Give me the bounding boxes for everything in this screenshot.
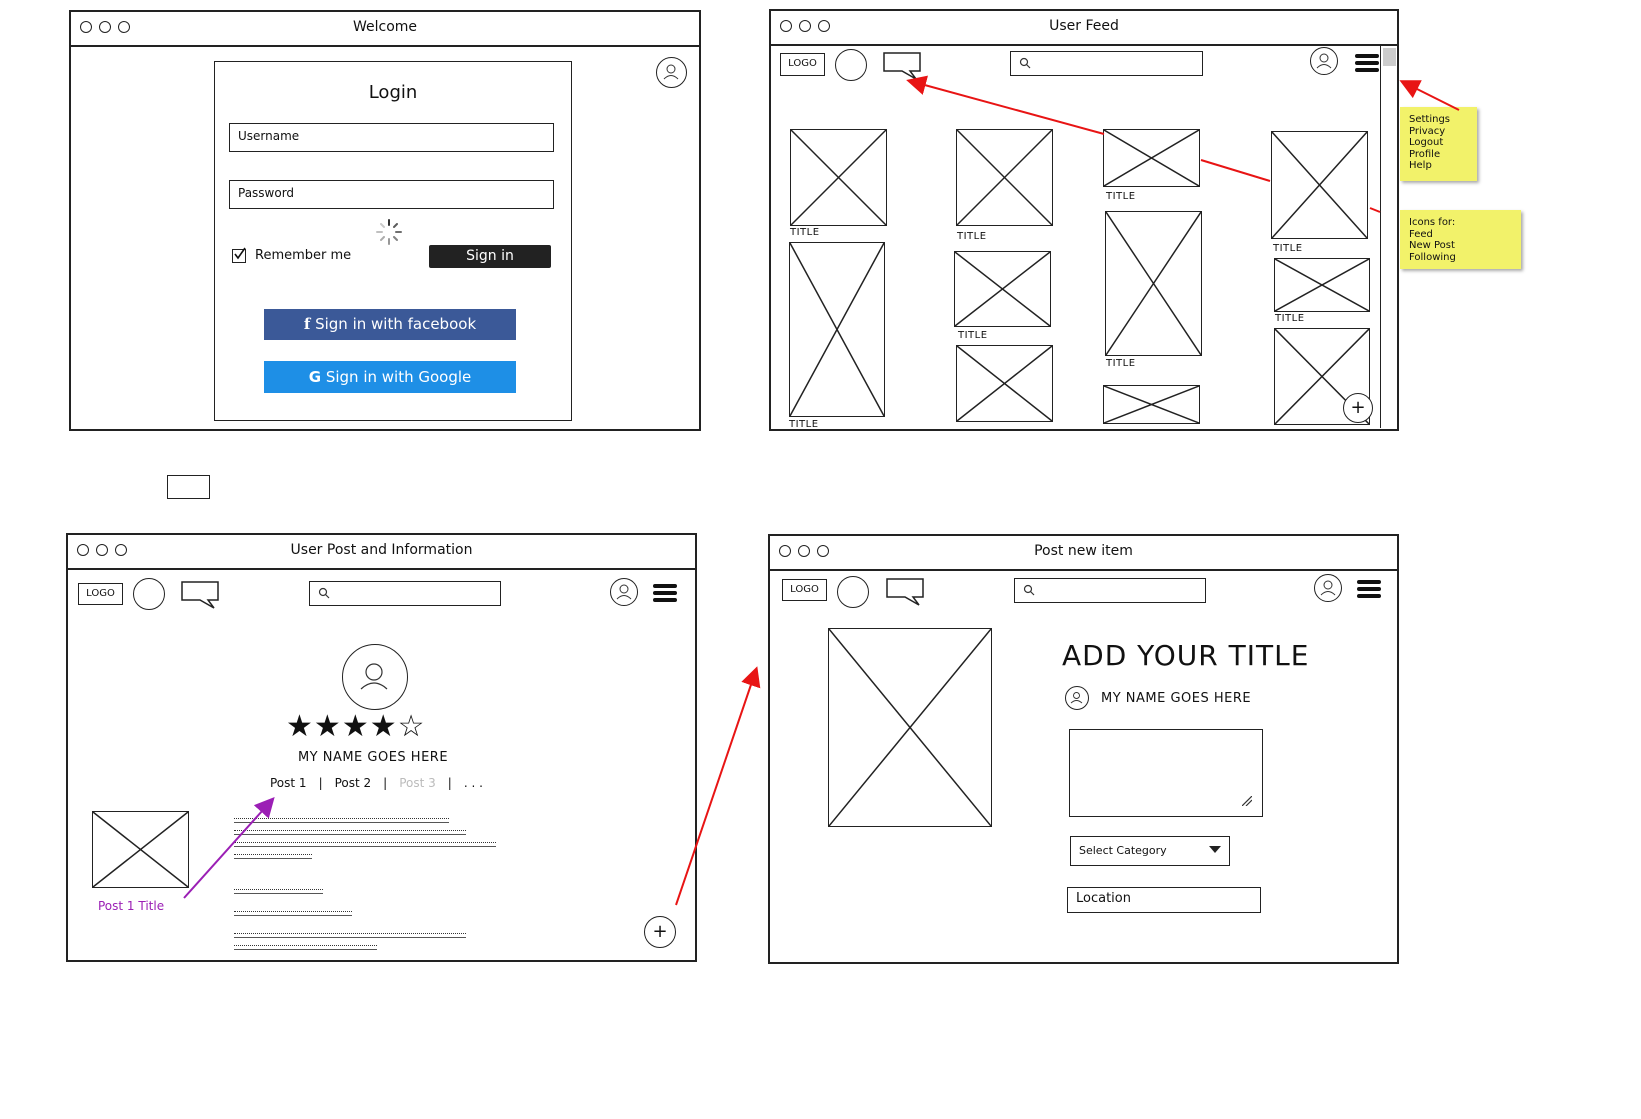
annotation-arrows (183, 75, 1460, 906)
arrow-plus-to-newpost (675, 666, 761, 906)
arrow-title-to-tab (183, 797, 275, 899)
arrow-icons-to-toolbar (906, 75, 1381, 213)
arrow-menu-to-hamburger (1399, 80, 1460, 111)
